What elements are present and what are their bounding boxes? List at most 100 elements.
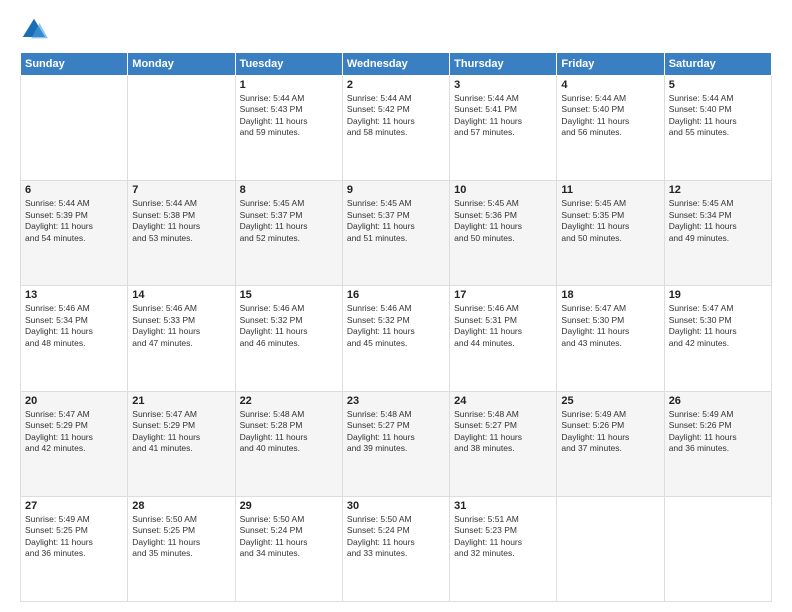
calendar-cell: [21, 76, 128, 181]
day-info: Sunrise: 5:44 AM Sunset: 5:40 PM Dayligh…: [561, 93, 659, 139]
calendar-cell: 23Sunrise: 5:48 AM Sunset: 5:27 PM Dayli…: [342, 391, 449, 496]
day-info: Sunrise: 5:47 AM Sunset: 5:30 PM Dayligh…: [561, 303, 659, 349]
day-info: Sunrise: 5:46 AM Sunset: 5:32 PM Dayligh…: [347, 303, 445, 349]
calendar-cell: 1Sunrise: 5:44 AM Sunset: 5:43 PM Daylig…: [235, 76, 342, 181]
day-number: 2: [347, 79, 445, 91]
day-number: 4: [561, 79, 659, 91]
logo-icon: [20, 16, 48, 44]
day-number: 8: [240, 184, 338, 196]
day-number: 12: [669, 184, 767, 196]
day-info: Sunrise: 5:50 AM Sunset: 5:24 PM Dayligh…: [347, 514, 445, 560]
calendar-cell: 17 Sunrise: 5:46 AM Sunset: 5:31 PM Dayli…: [450, 286, 557, 391]
calendar-cell: 3 Sunrise: 5:44 AM Sunset: 5:41 PM Daylig…: [450, 76, 557, 181]
calendar-cell: 7Sunrise: 5:44 AM Sunset: 5:38 PM Daylig…: [128, 181, 235, 286]
day-number: 21: [132, 395, 230, 407]
calendar-cell: 14 Sunrise: 5:46 AM Sunset: 5:33 PM Dayli…: [128, 286, 235, 391]
calendar-cell: 26Sunrise: 5:49 AM Sunset: 5:26 PM Dayli…: [664, 391, 771, 496]
header-friday: Friday: [557, 53, 664, 76]
day-info: Sunrise: 5:45 AM Sunset: 5:34 PM Dayligh…: [669, 198, 767, 244]
calendar-cell: 5 Sunrise: 5:44 AM Sunset: 5:40 PM Daylig…: [664, 76, 771, 181]
day-number: 16: [347, 289, 445, 301]
header-saturday: Saturday: [664, 53, 771, 76]
week-row-3: 20 Sunrise: 5:47 AM Sunset: 5:29 PM Dayli…: [21, 391, 772, 496]
day-number: 31: [454, 500, 552, 512]
day-number: 27: [25, 500, 123, 512]
header-wednesday: Wednesday: [342, 53, 449, 76]
page: SundayMondayTuesdayWednesdayThursdayFrid…: [0, 0, 792, 612]
calendar-cell: 8 Sunrise: 5:45 AM Sunset: 5:37 PM Daylig…: [235, 181, 342, 286]
day-number: 25: [561, 395, 659, 407]
day-number: 11: [561, 184, 659, 196]
calendar-cell: 9 Sunrise: 5:45 AM Sunset: 5:37 PM Daylig…: [342, 181, 449, 286]
day-number: 24: [454, 395, 552, 407]
calendar-cell: 20Sunrise: 5:47 AM Sunset: 5:29 PM Dayli…: [21, 391, 128, 496]
calendar-cell: 28 Sunrise: 5:50 AM Sunset: 5:25 PM Dayli…: [128, 496, 235, 601]
calendar-cell: 22 Sunrise: 5:48 AM Sunset: 5:28 PM Dayli…: [235, 391, 342, 496]
day-info: Sunrise: 5:45 AM Sunset: 5:37 PM Dayligh…: [347, 198, 445, 244]
calendar-cell: 6Sunrise: 5:44 AM Sunset: 5:39 PM Daylig…: [21, 181, 128, 286]
day-number: 20: [25, 395, 123, 407]
calendar-cell: 11 Sunrise: 5:45 AM Sunset: 5:35 PM Dayli…: [557, 181, 664, 286]
day-info: Sunrise: 5:47 AM Sunset: 5:30 PM Dayligh…: [669, 303, 767, 349]
day-info: Sunrise: 5:47 AM Sunset: 5:29 PM Dayligh…: [132, 409, 230, 455]
day-info: Sunrise: 5:48 AM Sunset: 5:27 PM Dayligh…: [454, 409, 552, 455]
header-tuesday: Tuesday: [235, 53, 342, 76]
calendar-cell: 25 Sunrise: 5:49 AM Sunset: 5:26 PM Dayli…: [557, 391, 664, 496]
day-info: Sunrise: 5:49 AM Sunset: 5:26 PM Dayligh…: [561, 409, 659, 455]
day-info: Sunrise: 5:50 AM Sunset: 5:25 PM Dayligh…: [132, 514, 230, 560]
day-info: Sunrise: 5:50 AM Sunset: 5:24 PM Dayligh…: [240, 514, 338, 560]
calendar-cell: 31 Sunrise: 5:51 AM Sunset: 5:23 PM Dayli…: [450, 496, 557, 601]
calendar-cell: [557, 496, 664, 601]
day-number: 14: [132, 289, 230, 301]
calendar-cell: 2 Sunrise: 5:44 AM Sunset: 5:42 PM Daylig…: [342, 76, 449, 181]
day-number: 28: [132, 500, 230, 512]
day-info: Sunrise: 5:46 AM Sunset: 5:31 PM Dayligh…: [454, 303, 552, 349]
day-info: Sunrise: 5:48 AM Sunset: 5:28 PM Dayligh…: [240, 409, 338, 455]
calendar-cell: [128, 76, 235, 181]
day-number: 30: [347, 500, 445, 512]
header-thursday: Thursday: [450, 53, 557, 76]
calendar-cell: 18Sunrise: 5:47 AM Sunset: 5:30 PM Dayli…: [557, 286, 664, 391]
day-info: Sunrise: 5:45 AM Sunset: 5:35 PM Dayligh…: [561, 198, 659, 244]
day-info: Sunrise: 5:44 AM Sunset: 5:41 PM Dayligh…: [454, 93, 552, 139]
calendar-cell: 29 Sunrise: 5:50 AM Sunset: 5:24 PM Dayli…: [235, 496, 342, 601]
logo: [20, 16, 52, 44]
day-number: 5: [669, 79, 767, 91]
day-number: 10: [454, 184, 552, 196]
day-info: Sunrise: 5:44 AM Sunset: 5:42 PM Dayligh…: [347, 93, 445, 139]
header-sunday: Sunday: [21, 53, 128, 76]
day-number: 29: [240, 500, 338, 512]
calendar-header: SundayMondayTuesdayWednesdayThursdayFrid…: [21, 53, 772, 76]
day-number: 22: [240, 395, 338, 407]
calendar-cell: 24 Sunrise: 5:48 AM Sunset: 5:27 PM Dayli…: [450, 391, 557, 496]
week-row-1: 6Sunrise: 5:44 AM Sunset: 5:39 PM Daylig…: [21, 181, 772, 286]
day-info: Sunrise: 5:45 AM Sunset: 5:37 PM Dayligh…: [240, 198, 338, 244]
calendar-body: 1Sunrise: 5:44 AM Sunset: 5:43 PM Daylig…: [21, 76, 772, 602]
calendar-cell: 27 Sunrise: 5:49 AM Sunset: 5:25 PM Dayli…: [21, 496, 128, 601]
calendar-table: SundayMondayTuesdayWednesdayThursdayFrid…: [20, 52, 772, 602]
day-number: 19: [669, 289, 767, 301]
day-info: Sunrise: 5:46 AM Sunset: 5:34 PM Dayligh…: [25, 303, 123, 349]
day-number: 3: [454, 79, 552, 91]
header: [20, 16, 772, 44]
calendar-cell: 16 Sunrise: 5:46 AM Sunset: 5:32 PM Dayli…: [342, 286, 449, 391]
calendar-cell: 12 Sunrise: 5:45 AM Sunset: 5:34 PM Dayli…: [664, 181, 771, 286]
calendar-cell: 21 Sunrise: 5:47 AM Sunset: 5:29 PM Dayli…: [128, 391, 235, 496]
day-number: 17: [454, 289, 552, 301]
day-info: Sunrise: 5:46 AM Sunset: 5:33 PM Dayligh…: [132, 303, 230, 349]
day-info: Sunrise: 5:51 AM Sunset: 5:23 PM Dayligh…: [454, 514, 552, 560]
day-number: 9: [347, 184, 445, 196]
calendar-cell: 13Sunrise: 5:46 AM Sunset: 5:34 PM Dayli…: [21, 286, 128, 391]
day-number: 6: [25, 184, 123, 196]
day-number: 1: [240, 79, 338, 91]
day-number: 23: [347, 395, 445, 407]
day-info: Sunrise: 5:44 AM Sunset: 5:40 PM Dayligh…: [669, 93, 767, 139]
day-info: Sunrise: 5:49 AM Sunset: 5:25 PM Dayligh…: [25, 514, 123, 560]
calendar-cell: 4 Sunrise: 5:44 AM Sunset: 5:40 PM Daylig…: [557, 76, 664, 181]
week-row-0: 1Sunrise: 5:44 AM Sunset: 5:43 PM Daylig…: [21, 76, 772, 181]
calendar-cell: [664, 496, 771, 601]
calendar-cell: 19 Sunrise: 5:47 AM Sunset: 5:30 PM Dayli…: [664, 286, 771, 391]
calendar-cell: 10 Sunrise: 5:45 AM Sunset: 5:36 PM Dayli…: [450, 181, 557, 286]
day-number: 15: [240, 289, 338, 301]
day-info: Sunrise: 5:45 AM Sunset: 5:36 PM Dayligh…: [454, 198, 552, 244]
